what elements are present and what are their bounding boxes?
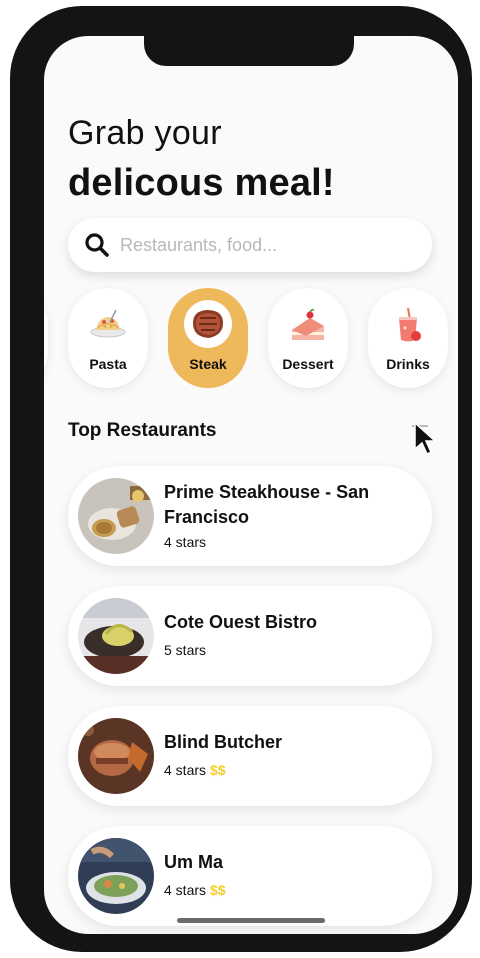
app-screen: Grab your delicous meal! Restaurants, fo… bbox=[44, 36, 458, 934]
restaurant-meta: 4 stars $$ bbox=[164, 882, 226, 898]
restaurant-card[interactable]: Cote Ouest Bistro 5 stars bbox=[68, 586, 432, 686]
restaurant-meta: 5 stars bbox=[164, 642, 206, 658]
cursor-icon bbox=[414, 422, 437, 456]
restaurant-photo bbox=[78, 718, 154, 794]
home-indicator[interactable] bbox=[177, 918, 325, 923]
steak-icon bbox=[184, 300, 232, 348]
restaurant-card[interactable]: Blind Butcher 4 stars $$ bbox=[68, 706, 432, 806]
greeting-line-2: delicous meal! bbox=[68, 162, 335, 204]
restaurant-photo bbox=[78, 598, 154, 674]
restaurant-price: $$ bbox=[210, 762, 226, 778]
cake-icon bbox=[288, 306, 328, 346]
category-steak[interactable]: Steak bbox=[168, 288, 248, 388]
category-label: Dessert bbox=[282, 356, 334, 372]
search-input[interactable] bbox=[120, 234, 400, 256]
phone-notch bbox=[144, 28, 354, 66]
phone-frame: Grab your delicous meal! Restaurants, fo… bbox=[10, 6, 472, 952]
restaurant-rating: 4 stars bbox=[164, 882, 207, 898]
category-label: Pasta bbox=[89, 356, 127, 372]
restaurant-photo bbox=[78, 838, 154, 914]
restaurant-rating: 4 stars bbox=[164, 762, 207, 778]
drink-icon bbox=[388, 306, 428, 346]
category-label: Steak bbox=[189, 356, 227, 372]
restaurant-name: Prime Steakhouse - San Francisco bbox=[164, 482, 370, 527]
restaurant-name: Cote Ouest Bistro bbox=[164, 612, 318, 632]
restaurant-price: $$ bbox=[210, 882, 226, 898]
restaurant-name: Um Ma bbox=[164, 852, 224, 872]
category-drinks[interactable]: Drinks bbox=[368, 288, 448, 388]
restaurant-rating: 4 stars bbox=[164, 534, 207, 550]
restaurant-card[interactable]: Um Ma 4 stars $$ bbox=[68, 826, 432, 926]
category-item-partial[interactable] bbox=[44, 288, 48, 388]
category-row: Pasta Steak Dessert Drinks bbox=[44, 288, 458, 388]
search-icon bbox=[85, 233, 109, 257]
category-dessert[interactable]: Dessert bbox=[268, 288, 348, 388]
restaurant-meta: 4 stars bbox=[164, 534, 206, 550]
pasta-icon bbox=[88, 306, 128, 346]
restaurant-meta: 4 stars $$ bbox=[164, 762, 226, 778]
restaurant-name: Blind Butcher bbox=[164, 732, 283, 752]
category-pasta[interactable]: Pasta bbox=[68, 288, 148, 388]
category-label: Drinks bbox=[386, 356, 430, 372]
restaurant-card[interactable]: Prime Steakhouse - San Francisco 4 stars bbox=[68, 466, 432, 566]
restaurant-rating: 5 stars bbox=[164, 642, 207, 658]
search-bar[interactable] bbox=[68, 218, 432, 272]
greeting-line-1: Grab your bbox=[68, 114, 222, 152]
restaurant-photo bbox=[78, 478, 154, 554]
section-title: Top Restaurants bbox=[68, 420, 217, 441]
